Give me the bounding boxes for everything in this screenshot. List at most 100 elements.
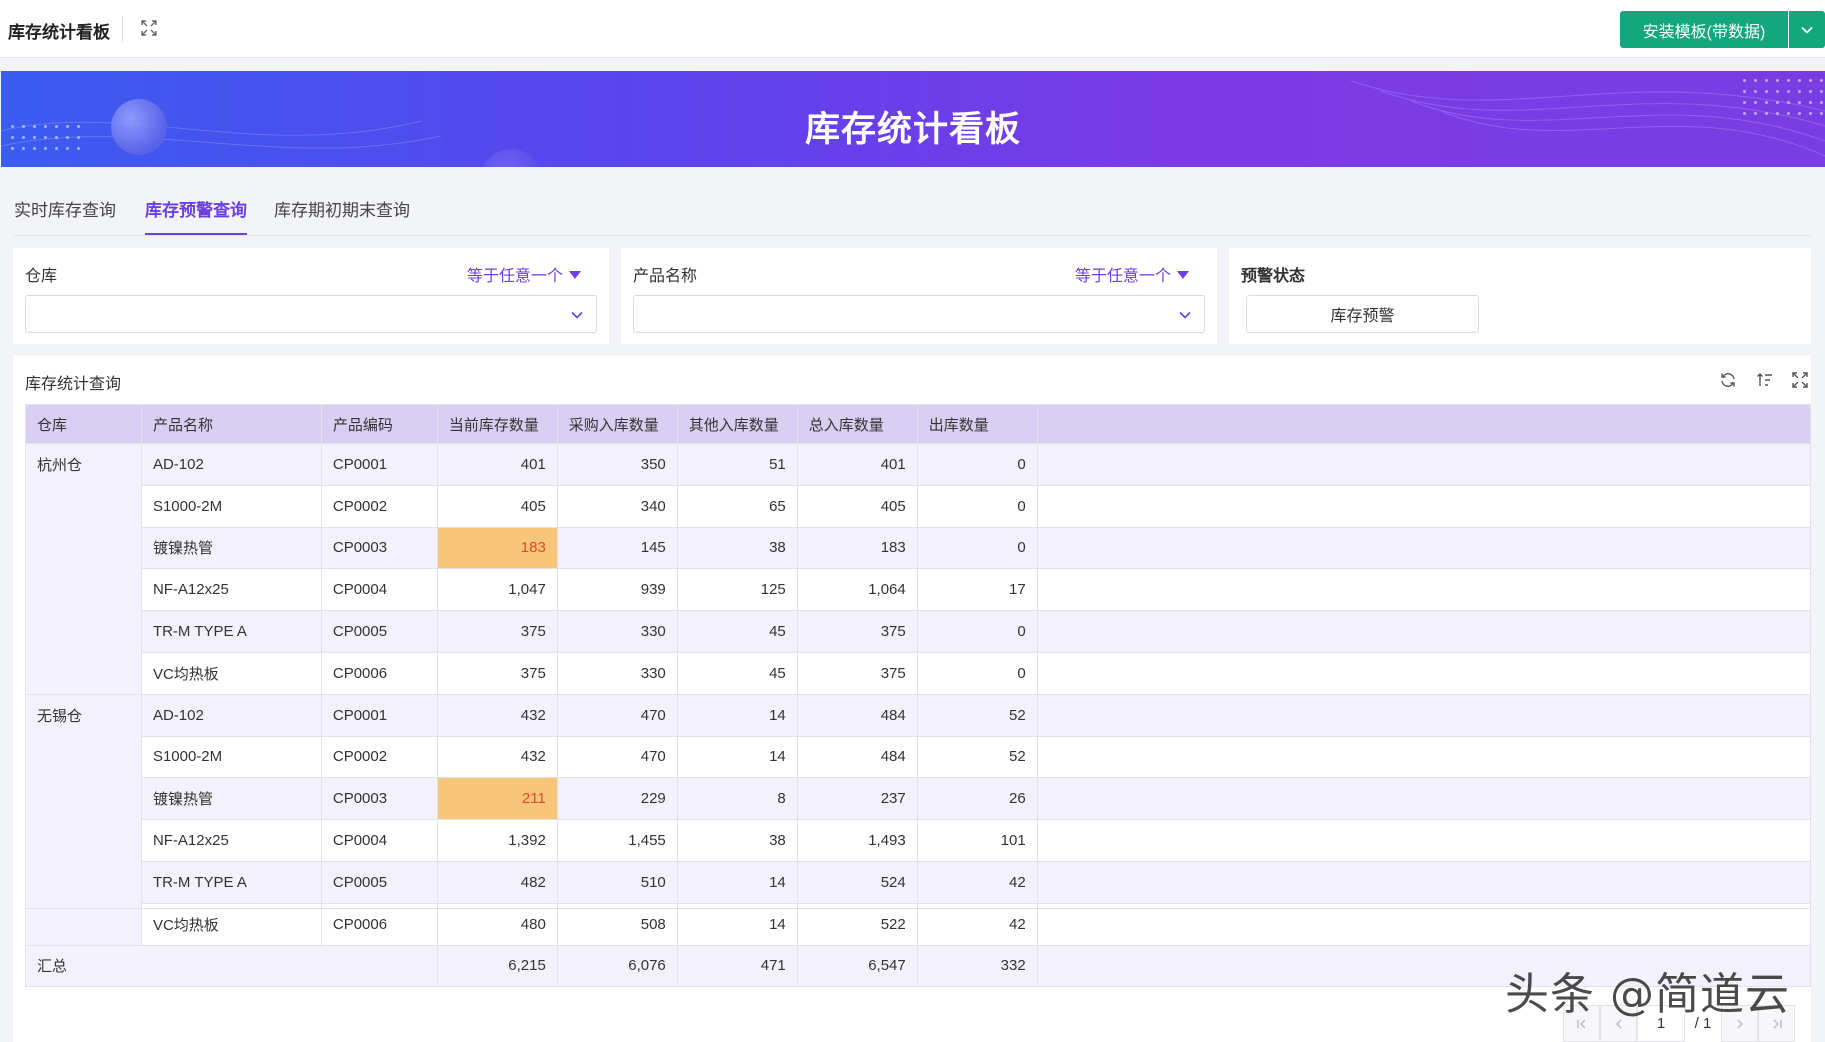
- total-in-cell: 405: [796, 484, 918, 528]
- product-code-cell: CP0004: [320, 819, 438, 862]
- panel-title: 库存统计查询: [25, 376, 122, 393]
- product-name-cell: NF-A12x25: [140, 568, 322, 612]
- refresh-icon[interactable]: [1719, 371, 1737, 389]
- summary-purchase-cell: 6,076: [556, 944, 678, 988]
- table-row: NF-A12x25 CP0004 1,047 939 125 1,064 17: [26, 568, 1812, 612]
- outbound-cell: 0: [916, 484, 1038, 528]
- column-header-purchase-in[interactable]: 采购入库数量: [556, 404, 678, 444]
- purchase-in-cell: 470: [556, 735, 678, 779]
- table-row: 杭州仓 AD-102 CP0001 401 350 51 401 0: [25, 443, 1812, 695]
- current-stock-cell: 1,047: [436, 568, 558, 612]
- current-stock-cell: 401: [436, 443, 558, 486]
- column-header-outbound[interactable]: 出库数量: [916, 404, 1038, 444]
- outbound-cell: 0: [916, 443, 1038, 486]
- purchase-in-cell: 1,455: [556, 819, 678, 862]
- product-name-cell: NF-A12x25: [140, 819, 322, 862]
- current-stock-cell: 1,392: [436, 819, 558, 862]
- tab-realtime-inventory[interactable]: 实时库存查询: [14, 196, 116, 233]
- summary-other-cell: 471: [676, 944, 798, 988]
- caret-down-icon: [569, 271, 582, 279]
- filter-warehouse-label: 仓库: [25, 268, 58, 285]
- total-in-cell: 183: [796, 526, 918, 570]
- product-code-cell: CP0002: [320, 735, 438, 779]
- filler-cell: [1036, 777, 1812, 821]
- fullscreen-icon[interactable]: [140, 19, 158, 37]
- caret-down-icon: [1177, 271, 1190, 279]
- purchase-in-cell: 470: [556, 693, 678, 737]
- column-header-product-code[interactable]: 产品编码: [320, 404, 438, 444]
- other-in-cell: 8: [676, 777, 798, 821]
- summary-out-cell: 332: [916, 944, 1038, 988]
- filler-cell: [1036, 610, 1812, 653]
- filter-warehouse: 仓库 等于任意一个: [13, 248, 609, 344]
- table-row: 镀镍热管 CP0003 183 145 38 183 0: [26, 526, 1812, 570]
- table-bottom-divider: [25, 908, 1811, 909]
- filter-product-label: 产品名称: [633, 268, 698, 285]
- product-code-cell: CP0003: [320, 526, 438, 570]
- product-code-cell: CP0003: [320, 777, 438, 821]
- product-name-cell: TR-M TYPE A: [140, 860, 322, 904]
- product-code-cell: CP0005: [320, 860, 438, 904]
- product-name-cell: 镀镍热管: [140, 526, 322, 570]
- product-name-cell: TR-M TYPE A: [140, 610, 322, 653]
- other-in-cell: 14: [676, 902, 798, 946]
- current-stock-cell: 405: [436, 484, 558, 528]
- table-row: TR-M TYPE A CP0005 375 330 45 375 0: [26, 610, 1812, 653]
- total-in-cell: 237: [796, 777, 918, 821]
- top-bar: 库存统计看板 安装模板(带数据): [0, 0, 1825, 58]
- chevron-down-icon: [1801, 26, 1813, 34]
- outbound-cell: 101: [916, 819, 1038, 862]
- current-stock-cell: 375: [436, 610, 558, 653]
- product-code-cell: CP0001: [320, 443, 438, 486]
- sort-icon[interactable]: [1756, 371, 1774, 389]
- column-header-total-in[interactable]: 总入库数量: [796, 404, 918, 444]
- install-template-button[interactable]: 安装模板(带数据): [1620, 11, 1788, 48]
- product-code-cell: CP0006: [320, 902, 438, 946]
- filler-cell: [1036, 443, 1812, 486]
- outbound-cell: 52: [916, 693, 1038, 737]
- purchase-in-cell: 510: [556, 860, 678, 904]
- column-header-product-name[interactable]: 产品名称: [140, 404, 322, 444]
- outbound-cell: 17: [916, 568, 1038, 612]
- purchase-in-cell: 145: [556, 526, 678, 570]
- purchase-in-cell: 350: [556, 443, 678, 486]
- product-name-cell: S1000-2M: [140, 735, 322, 779]
- product-name-cell: AD-102: [140, 693, 322, 737]
- filler-cell: [1036, 693, 1812, 737]
- tab-period-inventory[interactable]: 库存期初期末查询: [274, 196, 410, 233]
- filler-cell: [1036, 484, 1812, 528]
- current-stock-cell: 432: [436, 735, 558, 779]
- total-in-cell: 1,064: [796, 568, 918, 612]
- product-select[interactable]: [633, 295, 1205, 333]
- other-in-cell: 51: [676, 443, 798, 486]
- install-dropdown-button[interactable]: [1789, 11, 1825, 48]
- summary-label: 汇总: [25, 944, 438, 988]
- filter-product: 产品名称 等于任意一个: [621, 248, 1217, 344]
- column-header-warehouse[interactable]: 仓库: [25, 404, 142, 444]
- column-header-current-stock[interactable]: 当前库存数量: [436, 404, 558, 444]
- total-in-cell: 524: [796, 860, 918, 904]
- table-row: S1000-2M CP0002 405 340 65 405 0: [26, 484, 1812, 528]
- warehouse-select[interactable]: [25, 295, 597, 333]
- filter-warehouse-operator[interactable]: 等于任意一个: [467, 262, 582, 286]
- table-row: 镀镍热管 CP0003 211 229 8 237 26: [26, 777, 1812, 821]
- filter-product-operator[interactable]: 等于任意一个: [1075, 262, 1190, 286]
- product-name-cell: VC均热板: [140, 902, 322, 946]
- column-header-other-in[interactable]: 其他入库数量: [676, 404, 798, 444]
- purchase-in-cell: 330: [556, 610, 678, 653]
- tab-inventory-warning[interactable]: 库存预警查询: [145, 196, 247, 235]
- purchase-in-cell: 508: [556, 902, 678, 946]
- filler-cell: [1036, 902, 1812, 946]
- status-option-inventory-warning[interactable]: 库存预警: [1246, 295, 1479, 333]
- filler-cell: [1036, 819, 1812, 862]
- total-in-cell: 401: [796, 443, 918, 486]
- chevron-down-icon: [571, 311, 583, 319]
- current-stock-cell: 183: [436, 526, 558, 570]
- product-name-cell: AD-102: [140, 443, 322, 486]
- outbound-cell: 0: [916, 610, 1038, 653]
- table-row: S1000-2M CP0002 432 470 14 484 52: [26, 735, 1812, 779]
- fullscreen-icon[interactable]: [1791, 371, 1809, 389]
- table-body: 杭州仓 AD-102 CP0001 401 350 51 401 0 S1000-2M CP000…: [25, 443, 1812, 988]
- total-in-cell: 522: [796, 902, 918, 946]
- filter-status-label: 预警状态: [1241, 268, 1306, 285]
